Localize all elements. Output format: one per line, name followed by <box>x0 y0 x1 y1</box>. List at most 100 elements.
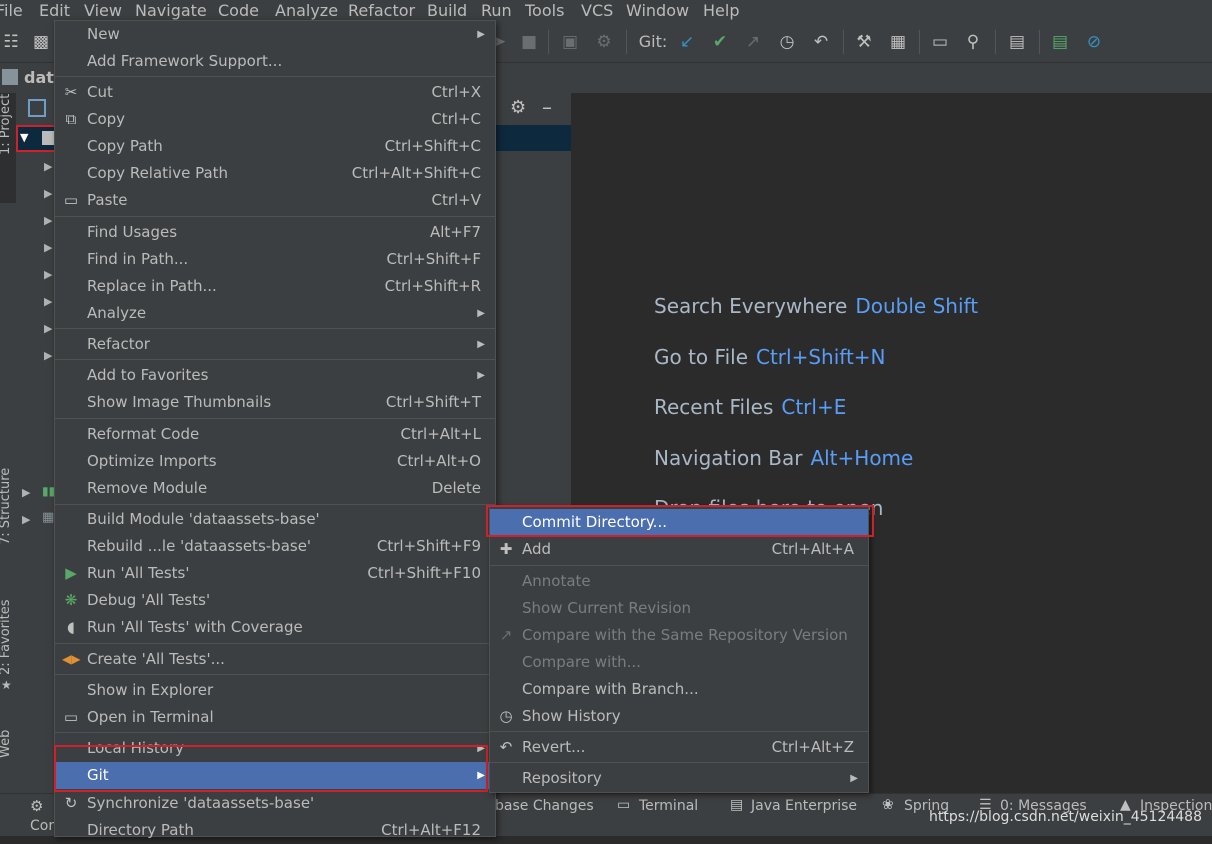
menu-build[interactable]: Build <box>427 0 467 22</box>
menu-view[interactable]: View <box>84 0 122 22</box>
spring-icon: ❀ <box>882 797 894 813</box>
collapsed-arrow-icon[interactable]: ▶ <box>22 513 30 526</box>
menu-item-run-all-tests[interactable]: ▶ Run 'All Tests' Ctrl+Shift+F10 <box>55 560 495 587</box>
menu-item-debug-all-tests[interactable]: ❋ Debug 'All Tests' <box>55 587 495 614</box>
tab-terminal[interactable]: Terminal <box>639 798 698 814</box>
menu-item-copy-path[interactable]: Copy Path Ctrl+Shift+C <box>55 133 495 160</box>
collapsed-arrow-icon[interactable]: ▶ <box>44 322 52 335</box>
collapsed-arrow-icon[interactable]: ▶ <box>44 268 52 281</box>
coverage-toolbar-icon[interactable]: ▣ <box>560 31 580 53</box>
collapsed-arrow-icon[interactable]: ▶ <box>44 295 52 308</box>
menu-item-directory-path[interactable]: Directory Path Ctrl+Alt+F12 <box>55 817 495 844</box>
menu-item-show-image-thumbnails[interactable]: Show Image Thumbnails Ctrl+Shift+T <box>55 389 495 416</box>
menu-run[interactable]: Run <box>481 0 512 22</box>
git-submenu: Commit Directory... ✚ Add Ctrl+Alt+A Annot… <box>489 506 869 793</box>
menu-item-repository[interactable]: Repository ▶ <box>490 765 868 792</box>
save-icon[interactable]: ▩ <box>30 31 52 53</box>
menu-item-add-to-favorites[interactable]: Add to Favorites ▶ <box>55 362 495 389</box>
terminal-icon: ▭ <box>617 797 631 813</box>
menu-file[interactable]: File <box>0 0 23 22</box>
terminal-toolbar-icon[interactable]: ▭ <box>929 31 951 53</box>
collapsed-arrow-icon[interactable]: ▶ <box>44 214 52 227</box>
menu-item-remove-module[interactable]: Remove Module Delete <box>55 475 495 502</box>
menu-item-new[interactable]: New ▶ <box>55 21 495 48</box>
menu-item-git-add[interactable]: ✚ Add Ctrl+Alt+A <box>490 536 868 563</box>
vcs-operations-icon[interactable]: ▤ <box>1006 31 1028 53</box>
history-toolbar-icon[interactable]: ◷ <box>777 31 797 53</box>
bug-icon[interactable]: ⚙ <box>30 797 43 815</box>
tab-project[interactable]: 1: Project <box>0 94 13 155</box>
stop-icon[interactable]: ■ <box>520 31 538 53</box>
menu-item-compare-same-repo[interactable]: ↗ Compare with the Same Repository Versio… <box>490 622 868 649</box>
menu-item-replace-in-path[interactable]: Replace in Path... Ctrl+Shift+R <box>55 273 495 300</box>
history-icon: ◷ <box>499 707 513 725</box>
git-push-icon[interactable]: ↗ <box>743 31 763 53</box>
menu-item-show-current-revision[interactable]: Show Current Revision <box>490 595 868 622</box>
monitor-icon[interactable]: ▤ <box>1049 31 1071 53</box>
project-structure-icon[interactable]: ▦ <box>887 31 909 53</box>
open-folder-icon[interactable]: ☷ <box>0 31 22 53</box>
menu-code[interactable]: Code <box>218 0 259 22</box>
menu-item-rebuild-module[interactable]: Rebuild ...le 'dataassets-base' Ctrl+Shif… <box>55 533 495 560</box>
menu-vcs[interactable]: VCS <box>581 0 613 22</box>
menu-tools[interactable]: Tools <box>525 0 564 22</box>
menu-item-copy-relative-path[interactable]: Copy Relative Path Ctrl+Alt+Shift+C <box>55 160 495 187</box>
debug-icon: ❋ <box>64 591 78 609</box>
java-enterprise-icon: ▤ <box>730 797 744 813</box>
project-view-icon[interactable] <box>28 99 46 117</box>
menu-item-revert[interactable]: ↶ Revert... Ctrl+Alt+Z <box>490 734 868 761</box>
menu-item-find-usages[interactable]: Find Usages Alt+F7 <box>55 219 495 246</box>
menu-item-build-module[interactable]: Build Module 'dataassets-base' <box>55 506 495 533</box>
menu-item-refactor[interactable]: Refactor ▶ <box>55 331 495 358</box>
minimize-icon[interactable]: – <box>542 95 552 119</box>
menu-item-open-in-terminal[interactable]: ▭ Open in Terminal <box>55 704 495 731</box>
tab-favorites[interactable]: 2: Favorites <box>0 599 13 675</box>
menu-item-show-in-explorer[interactable]: Show in Explorer <box>55 677 495 704</box>
plus-icon: ✚ <box>499 540 513 558</box>
tab-web[interactable]: Web <box>0 730 13 758</box>
build-icon[interactable]: ⚙ <box>594 31 614 53</box>
menu-refactor[interactable]: Refactor <box>348 0 415 22</box>
menu-edit[interactable]: Edit <box>39 0 70 22</box>
git-commit-icon[interactable]: ✔ <box>710 31 730 53</box>
menu-item-optimize-imports[interactable]: Optimize Imports Ctrl+Alt+O <box>55 448 495 475</box>
menu-item-copy[interactable]: ⧉ Copy Ctrl+C <box>55 106 495 133</box>
collapsed-arrow-icon[interactable]: ▶ <box>44 349 52 362</box>
menu-item-compare-with[interactable]: Compare with... <box>490 649 868 676</box>
menu-item-show-history[interactable]: ◷ Show History <box>490 703 868 730</box>
menu-analyze[interactable]: Analyze <box>275 0 338 22</box>
menu-item-synchronize[interactable]: ↻ Synchronize 'dataassets-base' <box>55 790 495 817</box>
submenu-arrow-icon: ▶ <box>477 370 485 381</box>
no-entry-icon[interactable]: ⊘ <box>1083 31 1105 53</box>
wrench-icon[interactable]: ⚒ <box>854 31 874 53</box>
menu-item-analyze[interactable]: Analyze ▶ <box>55 300 495 327</box>
paste-icon: ▭ <box>63 191 79 209</box>
collapsed-arrow-icon[interactable]: ▶ <box>44 187 52 200</box>
gear-icon[interactable]: ⚙ <box>510 97 526 118</box>
highlight-module-root <box>16 125 57 152</box>
watermark-url: https://blog.csdn.net/weixin_45124488 <box>928 809 1202 825</box>
menu-item-create-all-tests[interactable]: ◀▶ Create 'All Tests'... <box>55 646 495 673</box>
menu-item-paste[interactable]: ▭ Paste Ctrl+V <box>55 187 495 214</box>
menu-item-add-framework-support[interactable]: Add Framework Support... <box>55 48 495 75</box>
collapsed-arrow-icon[interactable]: ▶ <box>44 160 52 173</box>
search-icon[interactable]: ⚲ <box>962 31 984 53</box>
menu-help[interactable]: Help <box>703 0 739 22</box>
collapsed-arrow-icon[interactable]: ▶ <box>22 486 30 499</box>
menu-item-reformat-code[interactable]: Reformat Code Ctrl+Alt+L <box>55 421 495 448</box>
menu-item-run-with-coverage[interactable]: ◖ Run 'All Tests' with Coverage <box>55 614 495 641</box>
menu-window[interactable]: Window <box>626 0 689 22</box>
menu-item-find-in-path[interactable]: Find in Path... Ctrl+Shift+F <box>55 246 495 273</box>
menu-item-annotate[interactable]: Annotate <box>490 568 868 595</box>
menu-item-cut[interactable]: ✂ Cut Ctrl+X <box>55 79 495 106</box>
git-update-icon[interactable]: ↙ <box>677 31 697 53</box>
tab-java-enterprise[interactable]: Java Enterprise <box>751 798 857 814</box>
hint-search-everywhere: Search Everywhere Double Shift <box>654 294 979 318</box>
rollback-icon[interactable]: ↶ <box>811 31 831 53</box>
menu-navigate[interactable]: Navigate <box>135 0 207 22</box>
tab-changes[interactable]: base Changes <box>495 798 594 814</box>
menu-item-compare-with-branch[interactable]: Compare with Branch... <box>490 676 868 703</box>
collapsed-arrow-icon[interactable]: ▶ <box>44 241 52 254</box>
tab-structure[interactable]: 7: Structure <box>0 468 13 545</box>
hint-recent-files: Recent Files Ctrl+E <box>654 395 847 419</box>
